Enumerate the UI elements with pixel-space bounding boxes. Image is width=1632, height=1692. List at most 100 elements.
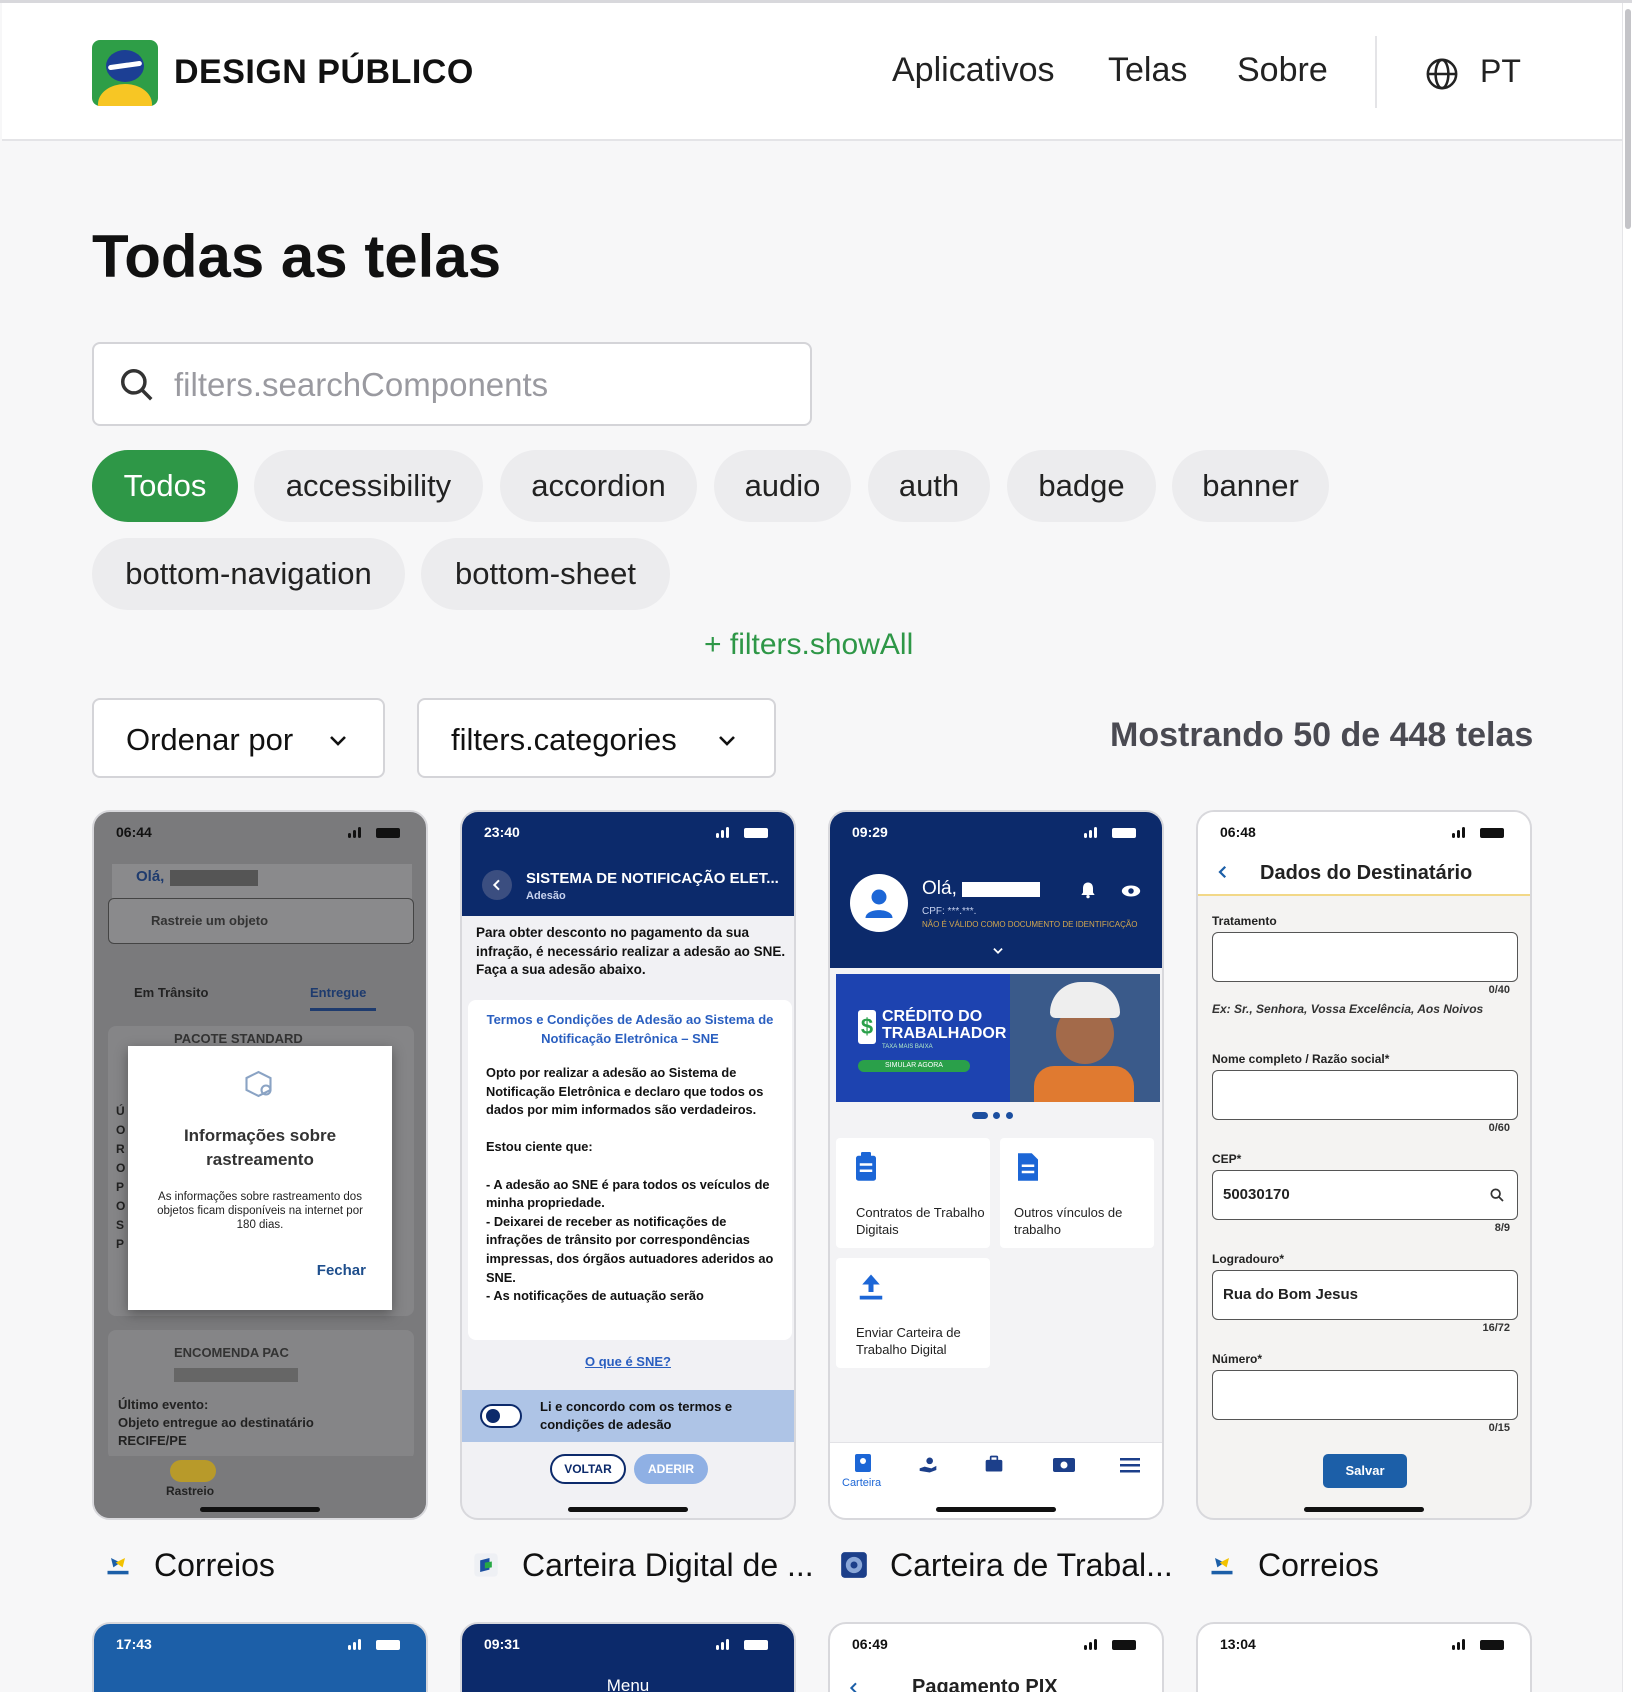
char-counter: 0/15 xyxy=(1488,1422,1510,1434)
banner-photo xyxy=(1010,974,1160,1102)
page-scrollbar[interactable] xyxy=(1622,3,1632,1692)
status-time: 13:04 xyxy=(1220,1636,1256,1652)
char-counter: 0/60 xyxy=(1488,1122,1510,1134)
correios-app-icon xyxy=(107,1558,129,1575)
side-letters: ÚOROPOSP xyxy=(116,1104,126,1251)
nav-link-telas[interactable]: Telas xyxy=(1108,51,1187,90)
what-is-sne-link[interactable]: O que é SNE? xyxy=(462,1354,794,1369)
status-bar: 09:29 xyxy=(830,812,1162,852)
wallet-card-icon[interactable] xyxy=(854,1453,872,1473)
home-indicator xyxy=(1304,1507,1424,1512)
categories-dropdown[interactable]: filters.categories xyxy=(417,698,776,778)
nav-link-sobre[interactable]: Sobre xyxy=(1237,51,1328,90)
carousel-dot[interactable] xyxy=(1006,1112,1013,1119)
cep-value: 50030170 xyxy=(1223,1186,1290,1203)
status-bar: 17:43 xyxy=(94,1624,426,1664)
back-text-button[interactable]: VOLTAR xyxy=(550,1454,626,1484)
filter-chip-badge[interactable]: badge xyxy=(1007,450,1156,522)
money-icon[interactable] xyxy=(1052,1457,1076,1473)
banner-cta[interactable]: SIMULAR AGORA xyxy=(858,1060,970,1072)
tile-contratos[interactable]: Contratos de Trabalho Digitais xyxy=(836,1138,990,1248)
join-button[interactable]: ADERIR xyxy=(634,1454,708,1484)
filter-chip-accessibility[interactable]: accessibility xyxy=(254,450,483,522)
screen-card[interactable]: 09:31 Menu xyxy=(460,1622,796,1692)
status-bar: 23:40 xyxy=(462,812,794,852)
greeting-text: Olá, xyxy=(922,878,957,899)
tab-em-transito[interactable]: Em Trânsito xyxy=(134,984,208,1002)
screen-card-sne-adesao[interactable]: 23:40 SISTEMA DE NOTIFICAÇÃO ELET... Ade… xyxy=(460,810,796,1520)
filter-chip-banner[interactable]: banner xyxy=(1172,450,1329,522)
sort-dropdown-label: Ordenar por xyxy=(126,722,294,757)
search-input[interactable]: filters.searchComponents xyxy=(92,342,812,426)
menu-icon[interactable] xyxy=(1120,1457,1140,1473)
app-name[interactable]: Carteira Digital de ... xyxy=(522,1547,814,1584)
search-icon[interactable] xyxy=(1489,1187,1505,1203)
nav-link-aplicativos[interactable]: Aplicativos xyxy=(892,51,1055,90)
app-name[interactable]: Carteira de Trabal... xyxy=(890,1547,1173,1584)
screen-card[interactable]: 06:49 Pagamento PIX xyxy=(828,1622,1164,1692)
dollar-icon: $ xyxy=(858,1010,876,1044)
eye-icon[interactable] xyxy=(1120,882,1142,900)
header-title: SISTEMA DE NOTIFICAÇÃO ELET... xyxy=(526,870,779,887)
tile-enviar-carteira[interactable]: Enviar Carteira de Trabalho Digital xyxy=(836,1258,990,1368)
agree-row[interactable]: Li e concordo com os termos e condições … xyxy=(462,1390,794,1442)
app-name[interactable]: Correios xyxy=(154,1547,275,1584)
screen-card[interactable]: 17:43 xyxy=(92,1622,428,1692)
carousel-dot[interactable] xyxy=(993,1112,1000,1119)
chevron-down-icon[interactable] xyxy=(990,944,1006,958)
nav-label-rastreio[interactable]: Rastreio xyxy=(166,1484,214,1498)
language-selector[interactable]: PT xyxy=(1480,53,1521,90)
screen-card-carteira-trabalho[interactable]: 09:29 Olá, CPF: ***.***. NÃO É VÁLIDO CO… xyxy=(828,810,1164,1520)
filter-chip-bottom-sheet[interactable]: bottom-sheet xyxy=(421,538,670,610)
modal-close-button[interactable]: Fechar xyxy=(317,1262,366,1279)
hand-money-icon[interactable] xyxy=(918,1455,938,1475)
save-button[interactable]: Salvar xyxy=(1323,1454,1407,1488)
filter-chip-audio[interactable]: audio xyxy=(714,450,851,522)
brand-logo[interactable] xyxy=(92,40,158,106)
avatar[interactable] xyxy=(850,874,908,932)
filter-chip-bottom-navigation[interactable]: bottom-navigation xyxy=(92,538,405,610)
track-search-field[interactable]: Rastreie um objeto xyxy=(108,898,414,944)
field-label: CEP* xyxy=(1212,1152,1242,1166)
screen-card[interactable]: 13:04 xyxy=(1196,1622,1532,1692)
user-icon xyxy=(865,889,893,918)
intro-text: Para obter desconto no pagamento da sua … xyxy=(476,925,786,977)
sort-dropdown[interactable]: Ordenar por xyxy=(92,698,385,778)
scrollbar-thumb[interactable] xyxy=(1625,9,1631,229)
package-search-icon xyxy=(245,1070,272,1098)
filter-chip-todos[interactable]: Todos xyxy=(92,450,238,522)
carteira-trabalho-app-icon xyxy=(841,1552,867,1578)
form-title: Dados do Destinatário xyxy=(1260,862,1473,884)
nav-label-carteira[interactable]: Carteira xyxy=(842,1477,881,1489)
status-icons xyxy=(348,1638,404,1650)
chevron-left-icon[interactable] xyxy=(1214,862,1232,882)
credit-banner[interactable]: $ CRÉDITO DO TRABALHADOR TAXA MAIS BAIXA… xyxy=(836,974,1160,1102)
tile-outros-vinculos[interactable]: Outros vínculos de trabalho xyxy=(1000,1138,1154,1248)
track-search-placeholder: Rastreie um objeto xyxy=(151,913,269,928)
app-name[interactable]: Correios xyxy=(1258,1547,1379,1584)
globe-icon[interactable] xyxy=(1425,57,1459,91)
tab-entregue[interactable]: Entregue xyxy=(310,984,366,1002)
screen-card-dados-destinatario[interactable]: 06:48 Dados do Destinatário Tratamento 0… xyxy=(1196,810,1532,1520)
logradouro-input[interactable]: Rua do Bom Jesus xyxy=(1212,1270,1518,1320)
filter-chip-accordion[interactable]: accordion xyxy=(500,450,697,522)
filter-chip-auth[interactable]: auth xyxy=(868,450,990,522)
screen-card-correios-rastreio[interactable]: 06:44 Olá, Rastreie um objeto Em Trânsit… xyxy=(92,810,428,1520)
banner-title: CRÉDITO DO TRABALHADOR xyxy=(882,1008,1007,1042)
char-counter: 8/9 xyxy=(1494,1222,1510,1234)
tracking-info-modal: Informações sobre rastreamento As inform… xyxy=(128,1046,392,1310)
status-time: 17:43 xyxy=(116,1636,152,1652)
agree-toggle[interactable] xyxy=(480,1404,522,1428)
cep-input[interactable]: 50030170 xyxy=(1212,1170,1518,1220)
numero-input[interactable] xyxy=(1212,1370,1518,1420)
carousel-dot-active[interactable] xyxy=(972,1112,988,1119)
tratamento-input[interactable] xyxy=(1212,932,1518,982)
show-all-filters-link[interactable]: + filters.showAll xyxy=(704,628,913,662)
nome-completo-input[interactable] xyxy=(1212,1070,1518,1120)
back-button[interactable] xyxy=(482,870,512,900)
nav-active-pill xyxy=(170,1460,216,1482)
briefcase-icon[interactable] xyxy=(984,1455,1004,1473)
bell-icon[interactable] xyxy=(1078,880,1098,900)
brand-name[interactable]: DESIGN PÚBLICO xyxy=(174,53,474,92)
chevron-left-icon[interactable] xyxy=(846,1678,862,1692)
